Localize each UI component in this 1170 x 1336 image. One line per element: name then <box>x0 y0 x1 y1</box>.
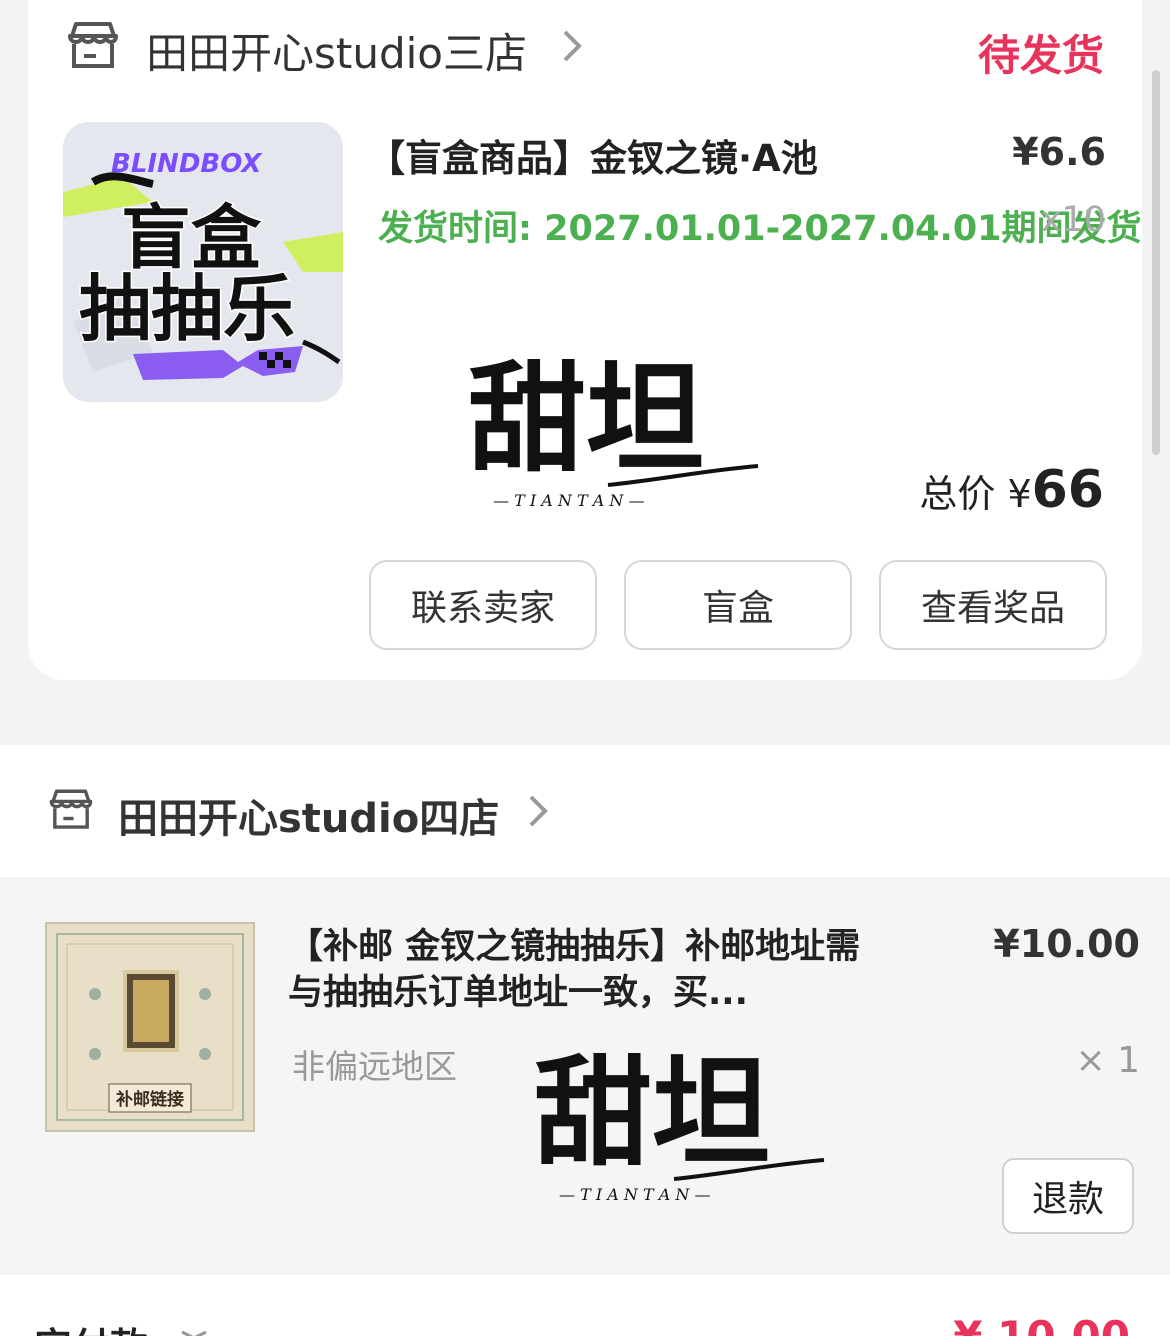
product-thumbnail[interactable]: BLINDBOX 盲盒 抽抽乐 <box>63 122 343 402</box>
brand-text: BLINDBOX <box>111 149 263 179</box>
product-price: ¥6.6 <box>1012 130 1106 174</box>
order-total: 总价 ¥66 <box>919 460 1104 520</box>
thumb-label: 补邮链接 <box>115 1089 184 1110</box>
blindbox-button[interactable]: 盲盒 <box>624 560 852 650</box>
chevron-down-icon[interactable] <box>178 1328 210 1336</box>
store-name[interactable]: 田田开心studio三店 <box>146 20 527 81</box>
order-status: 待发货 <box>977 31 1104 80</box>
refund-button[interactable]: 退款 <box>1002 1158 1134 1234</box>
product-title[interactable]: 【盲盒商品】金钗之镜·A池 <box>368 128 818 182</box>
total-label: 总价 ¥ <box>919 472 1032 516</box>
ship-time: 发货时间: 2027.01.01-2027.04.01期间发货 <box>378 209 1142 249</box>
product-quantity: x10 <box>1040 200 1106 240</box>
chevron-right-icon[interactable] <box>560 28 584 64</box>
shipping-region: 非偏远地区 <box>292 1047 457 1086</box>
scrollbar[interactable] <box>1152 70 1160 455</box>
store-icon <box>68 22 118 68</box>
product-price: ¥10.00 <box>993 922 1140 966</box>
total-value: 66 <box>1031 460 1104 520</box>
store-icon <box>49 789 93 829</box>
watermark-sub: — T I A N T A N — <box>493 491 644 510</box>
paid-label: 实付款 <box>34 1316 148 1336</box>
watermark-logo: 甜坦 — T I A N T A N — <box>468 349 759 510</box>
watermark-sub: — T I A N T A N — <box>559 1185 710 1204</box>
store-name[interactable]: 田田开心studio四店 <box>118 786 499 844</box>
contact-seller-button[interactable]: 联系卖家 <box>369 560 597 650</box>
paid-amount: ¥ 10.00 <box>953 1312 1130 1336</box>
view-prizes-button[interactable]: 查看奖品 <box>879 560 1107 650</box>
chevron-right-icon[interactable] <box>526 793 550 829</box>
product-quantity: × 1 <box>1075 1040 1140 1081</box>
watermark-text: 甜坦 <box>534 1043 770 1182</box>
blindbox-art: BLINDBOX 盲盒 抽抽乐 <box>63 122 343 402</box>
postage-art: 补邮链接 <box>47 924 253 1130</box>
product-thumbnail[interactable]: 补邮链接 <box>45 922 255 1132</box>
watermark-text: 甜坦 <box>468 349 704 488</box>
watermark-logo: 甜坦 — T I A N T A N — <box>534 1043 825 1204</box>
product-title[interactable]: 【补邮 金钗之镜抽抽乐】补邮地址需与抽抽乐订单地址一致，买... <box>288 924 888 1016</box>
thumb-line2: 抽抽乐 <box>79 267 295 351</box>
